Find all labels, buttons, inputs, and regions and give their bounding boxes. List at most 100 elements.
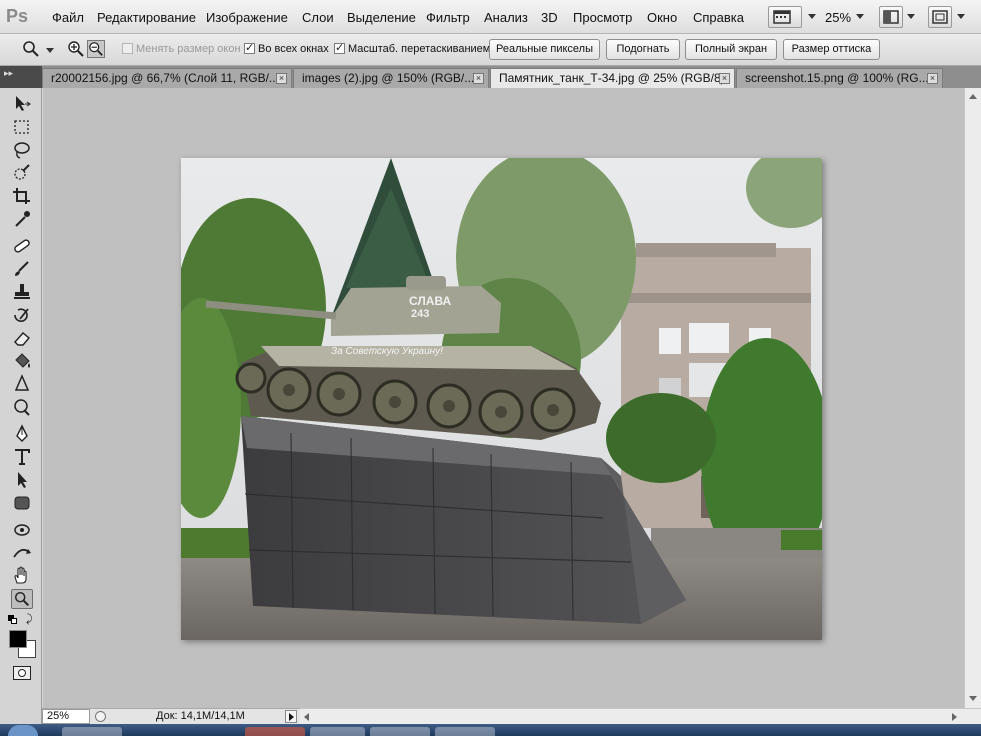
quick-selection-tool-icon[interactable] (11, 163, 33, 183)
print-size-button[interactable]: Размер оттиска (783, 39, 880, 60)
arrange-documents-icon[interactable] (879, 6, 903, 28)
menu-view[interactable]: Просмотр (573, 10, 632, 25)
zoom-tool-icon[interactable] (11, 589, 33, 609)
menu-select[interactable]: Выделение (347, 10, 416, 25)
swap-colors-icon[interactable]: ⤸ (26, 613, 33, 626)
paint-bucket-tool-icon[interactable] (11, 351, 33, 371)
tab-r20002156[interactable]: r20002156.jpg @ 66,7% (Слой 11, RGB/... … (42, 68, 292, 88)
marquee-tool-icon[interactable] (11, 117, 33, 137)
zoom-out-icon[interactable] (87, 40, 105, 58)
toolbox: ⤸ (0, 88, 42, 724)
tab-images-2[interactable]: images (2).jpg @ 150% (RGB/... × (293, 68, 489, 88)
chevron-down-icon[interactable] (907, 14, 915, 19)
zoom-field[interactable]: 25% (42, 709, 90, 724)
brush-tool-icon[interactable] (11, 259, 33, 279)
menu-analysis[interactable]: Анализ (484, 10, 528, 25)
menu-file[interactable]: Файл (52, 10, 84, 25)
crop-tool-icon[interactable] (11, 186, 33, 206)
scroll-left-icon[interactable] (304, 713, 309, 721)
scrubby-zoom-label: Масштаб. перетаскиванием (348, 43, 491, 55)
scroll-right-icon[interactable] (952, 713, 957, 721)
menu-3d[interactable]: 3D (541, 10, 558, 25)
pen-tool-icon[interactable] (11, 424, 33, 444)
photoshop-logo: Ps (6, 6, 29, 26)
close-icon[interactable]: × (473, 73, 484, 84)
menu-bar: Ps Файл Редактирование Изображение Слои … (0, 0, 981, 34)
tab-label: Памятник_танк_Т-34.jpg @ 25% (RGB/8) (499, 71, 725, 85)
fit-screen-button[interactable]: Подогнать (606, 39, 680, 60)
status-bar: 25% Док: 14,1M/14,1M (42, 708, 300, 724)
chevron-down-icon[interactable] (46, 48, 54, 53)
close-icon[interactable]: × (927, 73, 938, 84)
resize-windows-label: Менять размер окон (136, 43, 241, 55)
eyedropper-tool-icon[interactable] (11, 209, 33, 229)
fill-screen-button[interactable]: Полный экран (685, 39, 777, 60)
canvas-area[interactable]: СЛАВА 243 За Советскую Украину! (43, 88, 964, 708)
windows-taskbar (0, 724, 981, 736)
history-brush-tool-icon[interactable] (11, 305, 33, 325)
menu-layers[interactable]: Слои (302, 10, 334, 25)
start-button[interactable] (8, 725, 38, 736)
healing-brush-tool-icon[interactable] (11, 236, 33, 256)
tab-screenshot-15[interactable]: screenshot.15.png @ 100% (RG... × (736, 68, 943, 88)
path-selection-tool-icon[interactable] (11, 470, 33, 490)
turret-text: СЛАВА (409, 294, 452, 308)
tab-tank-t34[interactable]: Памятник_танк_Т-34.jpg @ 25% (RGB/8) × (490, 68, 735, 88)
tank-monument-photo: СЛАВА 243 За Советскую Украину! (181, 158, 822, 640)
taskbar-item[interactable] (435, 727, 495, 736)
status-info-icon[interactable] (95, 711, 106, 722)
tab-label: r20002156.jpg @ 66,7% (Слой 11, RGB/... (51, 71, 279, 85)
chevron-down-icon[interactable] (808, 14, 816, 19)
document-info: Док: 14,1M/14,1M (156, 710, 245, 722)
menu-edit[interactable]: Редактирование (97, 10, 196, 25)
resize-windows-checkbox[interactable] (122, 43, 133, 54)
clone-stamp-tool-icon[interactable] (11, 282, 33, 302)
all-windows-checkbox[interactable] (244, 41, 255, 54)
vertical-scrollbar[interactable] (964, 88, 981, 708)
close-icon[interactable]: × (276, 73, 287, 84)
menu-filter[interactable]: Фильтр (426, 10, 470, 25)
scroll-up-icon[interactable] (969, 94, 977, 99)
move-tool-icon[interactable] (11, 94, 33, 114)
shape-tool-icon[interactable] (11, 493, 33, 513)
chevron-down-icon[interactable] (957, 14, 965, 19)
taskbar-item[interactable] (370, 727, 430, 736)
scroll-down-icon[interactable] (969, 696, 977, 701)
status-menu-arrow-icon[interactable] (285, 710, 297, 723)
scrubby-zoom-checkbox[interactable] (334, 41, 345, 54)
zoom-in-icon[interactable] (67, 40, 85, 58)
type-tool-icon[interactable] (11, 447, 33, 467)
3d-orbit-tool-icon[interactable] (11, 543, 33, 563)
document-tabs: ▸▸ r20002156.jpg @ 66,7% (Слой 11, RGB/.… (0, 66, 981, 88)
tank-slogan: За Советскую Украину! (331, 346, 443, 357)
horizontal-scrollbar[interactable] (300, 708, 981, 724)
menu-help[interactable]: Справка (693, 10, 744, 25)
blur-tool-icon[interactable] (11, 374, 33, 394)
close-icon[interactable]: × (719, 73, 730, 84)
foreground-color-swatch[interactable] (9, 630, 27, 648)
dodge-tool-icon[interactable] (11, 397, 33, 417)
default-colors-icon[interactable] (8, 615, 17, 624)
screen-mode-icon[interactable] (768, 6, 802, 28)
taskbar-item[interactable] (245, 727, 305, 736)
zoom-tool-preset-icon[interactable] (22, 40, 40, 58)
taskbar-item[interactable] (310, 727, 365, 736)
actual-pixels-button[interactable]: Реальные пикселы (489, 39, 600, 60)
panel-collapse-icon[interactable]: ▸▸ (0, 66, 42, 88)
tank-number: 243 (411, 308, 429, 320)
menu-window[interactable]: Окно (647, 10, 677, 25)
tab-label: screenshot.15.png @ 100% (RG... (745, 71, 929, 85)
zoom-level-menu[interactable]: 25% (825, 10, 851, 25)
menu-image[interactable]: Изображение (206, 10, 288, 25)
3d-rotate-tool-icon[interactable] (11, 520, 33, 540)
eraser-tool-icon[interactable] (11, 328, 33, 348)
hand-tool-icon[interactable] (11, 566, 33, 586)
screen-mode-toggle-icon[interactable] (928, 6, 952, 28)
taskbar-item[interactable] (62, 727, 122, 736)
chevron-down-icon[interactable] (856, 14, 864, 19)
tab-label: images (2).jpg @ 150% (RGB/... (302, 71, 475, 85)
lasso-tool-icon[interactable] (11, 140, 33, 160)
options-bar: Менять размер окон Во всех окнах Масштаб… (0, 34, 981, 66)
document-image[interactable]: СЛАВА 243 За Советскую Украину! (181, 158, 822, 640)
quick-mask-icon[interactable] (13, 666, 31, 680)
